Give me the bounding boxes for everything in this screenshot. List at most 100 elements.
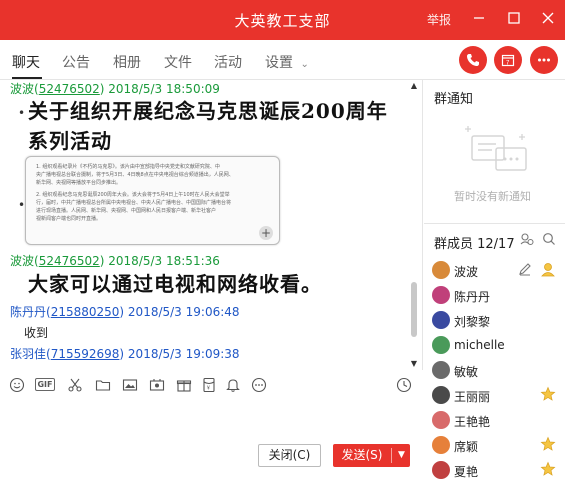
avatar[interactable] <box>432 261 450 279</box>
member-item[interactable]: 刘黎黎 <box>432 308 562 332</box>
more-dots-icon <box>538 58 550 62</box>
maximize-icon[interactable] <box>504 8 524 28</box>
member-name: 陈丹丹 <box>454 290 491 304</box>
message-input[interactable] <box>0 398 422 438</box>
tab-announcements[interactable]: 公告 <box>62 52 90 72</box>
sender-uid-link[interactable]: 715592698 <box>51 347 120 361</box>
member-item[interactable]: 陈丹丹 <box>432 283 562 307</box>
message-text: 大家可以通过电视和网络收看。 <box>28 272 322 296</box>
tab-settings-label: 设置 <box>265 55 293 71</box>
sender-name: 张羽佳 <box>10 347 47 361</box>
member-item[interactable]: michelle <box>432 333 562 357</box>
emoji-icon[interactable] <box>9 377 25 393</box>
tab-files[interactable]: 文件 <box>164 52 192 72</box>
member-name: 波波 <box>454 265 479 279</box>
image-text-line: 进行现场直播。人民网、新华网、央视网、中国网和人民日报客户端、新华社客户 <box>36 208 217 214</box>
star-icon <box>540 436 556 452</box>
message-sender: 波波(52476502) 2018/5/3 18:51:36 <box>10 254 220 268</box>
member-item[interactable]: 波波 <box>432 258 562 282</box>
calendar-button[interactable]: 7 <box>494 46 522 74</box>
sender-uid-link[interactable]: 52476502 <box>39 254 100 268</box>
message-sender: 陈丹丹(215880250) 2018/5/3 19:06:48 <box>10 305 240 319</box>
bell-icon[interactable] <box>225 377 241 393</box>
calendar-icon: 7 <box>501 54 515 67</box>
edit-icon[interactable] <box>517 261 533 277</box>
member-item[interactable]: 王艳艳 <box>432 408 562 432</box>
search-icon[interactable] <box>542 232 556 246</box>
message-time: 2018/5/3 18:50:09 <box>108 82 220 96</box>
title-bar: 大英教工支部 举报 <box>0 0 565 40</box>
avatar[interactable] <box>432 461 450 479</box>
more-button[interactable] <box>530 46 558 74</box>
avatar[interactable] <box>432 411 450 429</box>
avatar[interactable] <box>432 336 450 354</box>
tab-chat[interactable]: 聊天 <box>12 52 40 72</box>
close-button[interactable]: 关闭(C) <box>258 444 321 467</box>
chat-message: 张羽佳(715592698) 2018/5/3 19:09:38 <box>0 345 410 362</box>
members-title: 群成员 12/17 <box>434 237 515 252</box>
svg-text:¥: ¥ <box>207 386 210 392</box>
chat-scrollbar[interactable]: ▲ ▼ <box>410 80 418 370</box>
member-item[interactable]: 王丽丽 <box>432 383 562 407</box>
avatar[interactable] <box>432 286 450 304</box>
member-item[interactable]: 席颖 <box>432 433 562 457</box>
gift-icon[interactable] <box>176 377 192 393</box>
image-icon[interactable] <box>122 377 138 393</box>
send-button[interactable]: 发送(S) ▼ <box>333 444 410 467</box>
member-item[interactable]: 敏敏 <box>432 358 562 382</box>
star-icon <box>540 461 556 477</box>
red-packet-icon[interactable]: ¥ <box>201 377 217 393</box>
gif-icon[interactable]: GIF <box>35 378 55 391</box>
message-time: 2018/5/3 19:09:38 <box>127 347 240 361</box>
scissors-icon[interactable] <box>67 377 83 393</box>
scroll-thumb[interactable] <box>411 282 417 337</box>
message-time: 2018/5/3 19:06:48 <box>127 305 240 319</box>
image-attachment[interactable]: 1. 组织观看纪录片《不朽的马克思》。该片由中宣部指导中央党史和文献研究院、中 … <box>25 156 280 245</box>
avatar[interactable] <box>432 436 450 454</box>
screen-share-icon[interactable] <box>149 377 165 393</box>
folder-icon[interactable] <box>95 377 111 393</box>
chat-message: 波波(52476502) 2018/5/3 18:51:36 <box>0 252 410 269</box>
member-name: 夏艳 <box>454 465 479 479</box>
active-tab-indicator <box>12 77 42 79</box>
avatar[interactable] <box>432 386 450 404</box>
member-name: 王艳艳 <box>454 415 491 429</box>
zoom-icon[interactable]: + <box>259 226 273 240</box>
notice-empty-text: 暂时没有新通知 <box>454 190 531 203</box>
close-icon[interactable] <box>538 8 558 28</box>
send-options-chevron-icon[interactable]: ▼ <box>393 444 410 467</box>
message-sender: 张羽佳(715592698) 2018/5/3 19:09:38 <box>10 347 240 361</box>
scroll-up-icon[interactable]: ▲ <box>410 82 418 90</box>
more-options-icon[interactable] <box>251 377 267 393</box>
image-text-line: 视新闻客户端也同时开直播。 <box>36 216 102 222</box>
sender-uid-link[interactable]: 215880250 <box>51 305 120 319</box>
owner-icon <box>540 261 556 277</box>
tab-settings[interactable]: 设置 ⌄ <box>265 52 309 72</box>
history-clock-icon[interactable] <box>396 377 412 393</box>
tab-activities[interactable]: 活动 <box>214 52 242 72</box>
minimize-icon[interactable] <box>469 8 489 28</box>
send-divider <box>391 448 392 463</box>
image-text-line: 1. 组织观看纪录片《不朽的马克思》。该片由中宣部指导中央党史和文献研究院、中 <box>36 164 220 170</box>
tab-album[interactable]: 相册 <box>113 52 141 72</box>
input-toolbar: GIF ¥ <box>0 372 422 398</box>
image-text-line: 央广播电视总台联合摄制，将于5月3日、4日晚8点在中央电视台综合频道播出，人民网… <box>36 172 234 178</box>
notice-title: 群通知 <box>434 92 474 107</box>
chat-history[interactable]: 波波(52476502) 2018/5/3 18:50:09 • 关于组织开展纪… <box>0 80 423 370</box>
message-sender: 波波(52476502) 2018/5/3 18:50:09 <box>10 82 220 96</box>
tab-bar: 聊天 公告 相册 文件 活动 设置 ⌄ 7 <box>0 40 565 80</box>
send-button-label: 发送(S) <box>341 448 383 462</box>
avatar[interactable] <box>432 311 450 329</box>
avatar[interactable] <box>432 361 450 379</box>
phone-call-button[interactable] <box>459 46 487 74</box>
sender-uid-link[interactable]: 52476502 <box>39 82 100 96</box>
scroll-down-icon[interactable]: ▼ <box>410 360 418 368</box>
phone-icon <box>467 54 479 66</box>
member-name: 刘黎黎 <box>454 315 491 329</box>
member-item[interactable]: 夏艳 <box>432 458 562 480</box>
report-link[interactable]: 举报 <box>427 11 451 28</box>
image-text-line: 2. 组织观看纪念马克思诞辰200周年大会。该大会将于5月4日上午10时在人民大… <box>36 192 230 198</box>
message-text: 收到 <box>24 326 49 340</box>
member-manage-icon[interactable] <box>520 232 534 246</box>
group-side-panel: 群通知 暂时没有新通知 群成员 12/17 波波陈丹丹刘黎黎 michelle 敏敏… <box>424 80 565 480</box>
